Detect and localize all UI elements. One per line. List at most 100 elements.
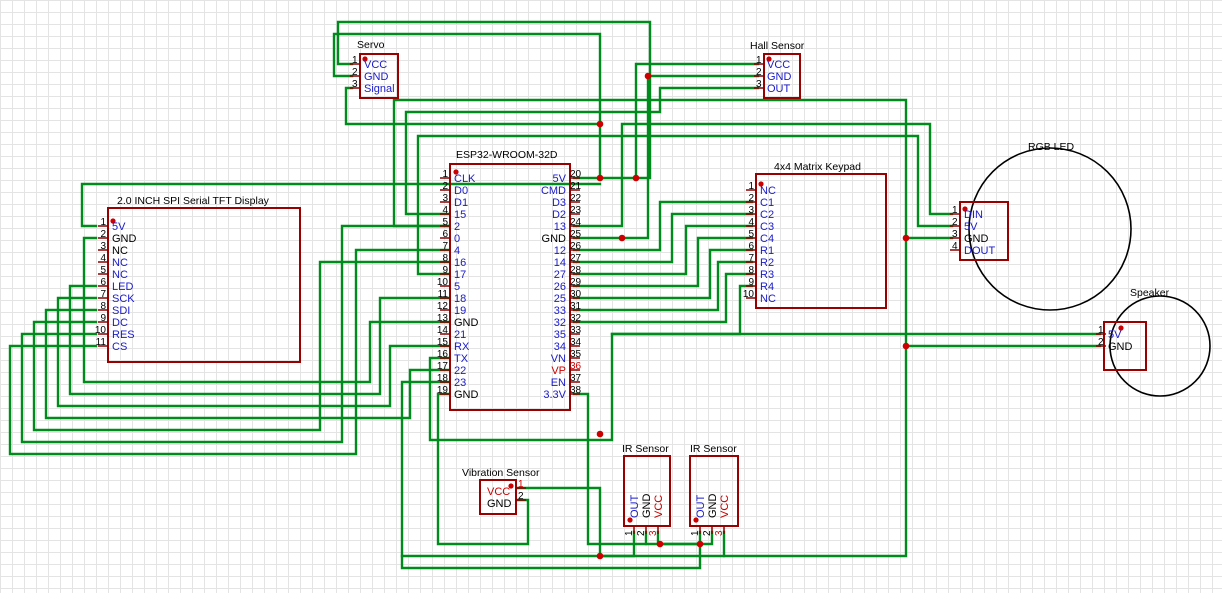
pin-name: C4 — [760, 233, 774, 245]
pin-number: 37 — [570, 373, 582, 384]
pin-name: D3 — [552, 197, 566, 209]
pin-name: SCK — [112, 293, 135, 305]
pin-number: 2 — [518, 491, 524, 502]
pin-name: 19 — [454, 305, 466, 317]
pin-number: 7 — [100, 289, 106, 300]
pin-name: CMD — [541, 185, 566, 197]
pin-number: 2 — [1098, 337, 1104, 348]
pin-number: 9 — [100, 313, 106, 324]
pin-number: 26 — [570, 241, 582, 252]
pin-name: 27 — [554, 269, 566, 281]
esp32-component[interactable]: ESP32-WROOM-32D 1 CLK2 D03 D14 155 26 07 48 169 1… — [437, 149, 582, 411]
pin-name: 17 — [454, 269, 466, 281]
pin-number: 31 — [570, 301, 582, 312]
pin-name: C1 — [760, 197, 774, 209]
pin-name: 3.3V — [543, 389, 566, 401]
hall-sensor-component[interactable]: Hall Sensor 1 VCC 2 GND 3 OUT — [750, 40, 805, 99]
pin-name: 5V — [1108, 329, 1122, 341]
wire-ir2-out — [400, 530, 702, 570]
pin-number: 4 — [442, 205, 448, 216]
wire-tft-sdi — [44, 308, 450, 420]
pin-number: 5 — [100, 265, 106, 276]
pin-number: 6 — [100, 277, 106, 288]
pin-name: 26 — [554, 281, 566, 293]
pin-name: 5V — [112, 221, 126, 233]
pin-name: VP — [551, 365, 566, 377]
pin-number: 35 — [570, 349, 582, 360]
tft-display-component[interactable]: 2.0 INCH SPI Serial TFT Display 1 5V 2 GND 3… — [95, 195, 301, 363]
pin-number: 19 — [437, 385, 449, 396]
junction-dot — [596, 430, 604, 438]
pin-number: 3 — [352, 79, 358, 90]
pin-name: 33 — [554, 305, 566, 317]
pin-name: GND — [112, 233, 137, 245]
component-title: IR Sensor — [690, 443, 737, 455]
pin-name: OUT — [767, 83, 791, 95]
pin-name: 18 — [454, 293, 466, 305]
speaker-component[interactable]: Speaker 1 5V 2 GND — [1096, 287, 1211, 397]
junction-dot — [644, 72, 652, 80]
pin-name: NC — [112, 257, 128, 269]
pin-name: 12 — [554, 245, 566, 257]
component-title: ESP32-WROOM-32D — [456, 149, 558, 161]
pin-name: OUT — [629, 495, 641, 519]
pin-number: 28 — [570, 265, 582, 276]
pin-name: VCC — [653, 495, 665, 518]
pin-number: 3 — [100, 241, 106, 252]
pin-name: 0 — [454, 233, 460, 245]
pin-number: 5 — [748, 229, 754, 240]
keypad-component[interactable]: 4x4 Matrix Keypad 1 NC 2 C1 3 C2 4 C3 5 C4 6 R1 7 R2 8… — [743, 161, 887, 309]
pin-name: VCC — [719, 495, 731, 518]
pin-number: 3 — [748, 205, 754, 216]
pin-number: 11 — [438, 289, 449, 300]
pin-number: 38 — [570, 385, 582, 396]
pin-name: R2 — [760, 257, 774, 269]
ir-sensor-2-component[interactable]: IR Sensor OUT GND VCC 1 2 3 — [689, 443, 739, 536]
pin-number: 1 — [518, 479, 524, 490]
pin-name: 5V — [553, 173, 567, 185]
junction-dot — [596, 120, 604, 128]
pin-name: RX — [454, 341, 470, 353]
pin-name: 14 — [554, 257, 566, 269]
pin-name: NC — [760, 293, 776, 305]
keypad-pins: 1 NC 2 C1 3 C2 4 C3 5 C4 6 R1 7 R2 8 R3 9 R4 10 NC — [743, 181, 776, 305]
pin-number: 34 — [570, 337, 582, 348]
pin-number: 27 — [570, 253, 582, 264]
pin-name: VCC — [364, 59, 387, 71]
pin-number: 2 — [702, 530, 713, 536]
junction-dot — [656, 540, 664, 548]
pin-name: RES — [112, 329, 135, 341]
pin-number: 1 — [442, 169, 448, 180]
pin-number: 12 — [437, 301, 449, 312]
ir-sensor-1-component[interactable]: IR Sensor OUT GND VCC 1 2 3 — [622, 443, 671, 536]
component-title: RGB LED — [1028, 141, 1075, 153]
pin-name: GND — [707, 494, 719, 519]
pin-number: 8 — [442, 253, 448, 264]
pin-number: 14 — [437, 325, 449, 336]
pin-name: SDI — [112, 305, 130, 317]
wire-hall-vcc — [634, 62, 760, 180]
pin-name: 16 — [454, 257, 466, 269]
pin-name: GND — [364, 71, 389, 83]
pin-name: CS — [112, 341, 127, 353]
pin-number: 9 — [442, 265, 448, 276]
pin-name: DC — [112, 317, 128, 329]
pin-name: 35 — [554, 329, 566, 341]
pin-number: 2 — [748, 193, 754, 204]
pin-number: 18 — [437, 373, 449, 384]
component-title: Vibration Sensor — [462, 467, 540, 479]
pin-name: GND — [641, 494, 653, 519]
component-title: IR Sensor — [622, 443, 669, 455]
pin-name: Signal — [364, 83, 395, 95]
pin-number: 2 — [442, 181, 448, 192]
pin-number: 3 — [714, 530, 725, 536]
pin-name: 13 — [554, 221, 566, 233]
servo-component[interactable]: Servo 1 VCC 2 GND 3 Signal — [350, 39, 399, 99]
pin-name: 2 — [454, 221, 460, 233]
pin-number: 8 — [748, 265, 754, 276]
pin-number: 32 — [570, 313, 582, 324]
pin-number: 7 — [748, 253, 754, 264]
rgb-led-component[interactable]: RGB LED 1 DIN 2 5V 3 GND 4 DOUT — [950, 141, 1132, 311]
pin-number: 22 — [570, 193, 582, 204]
pin-number: 17 — [437, 361, 449, 372]
